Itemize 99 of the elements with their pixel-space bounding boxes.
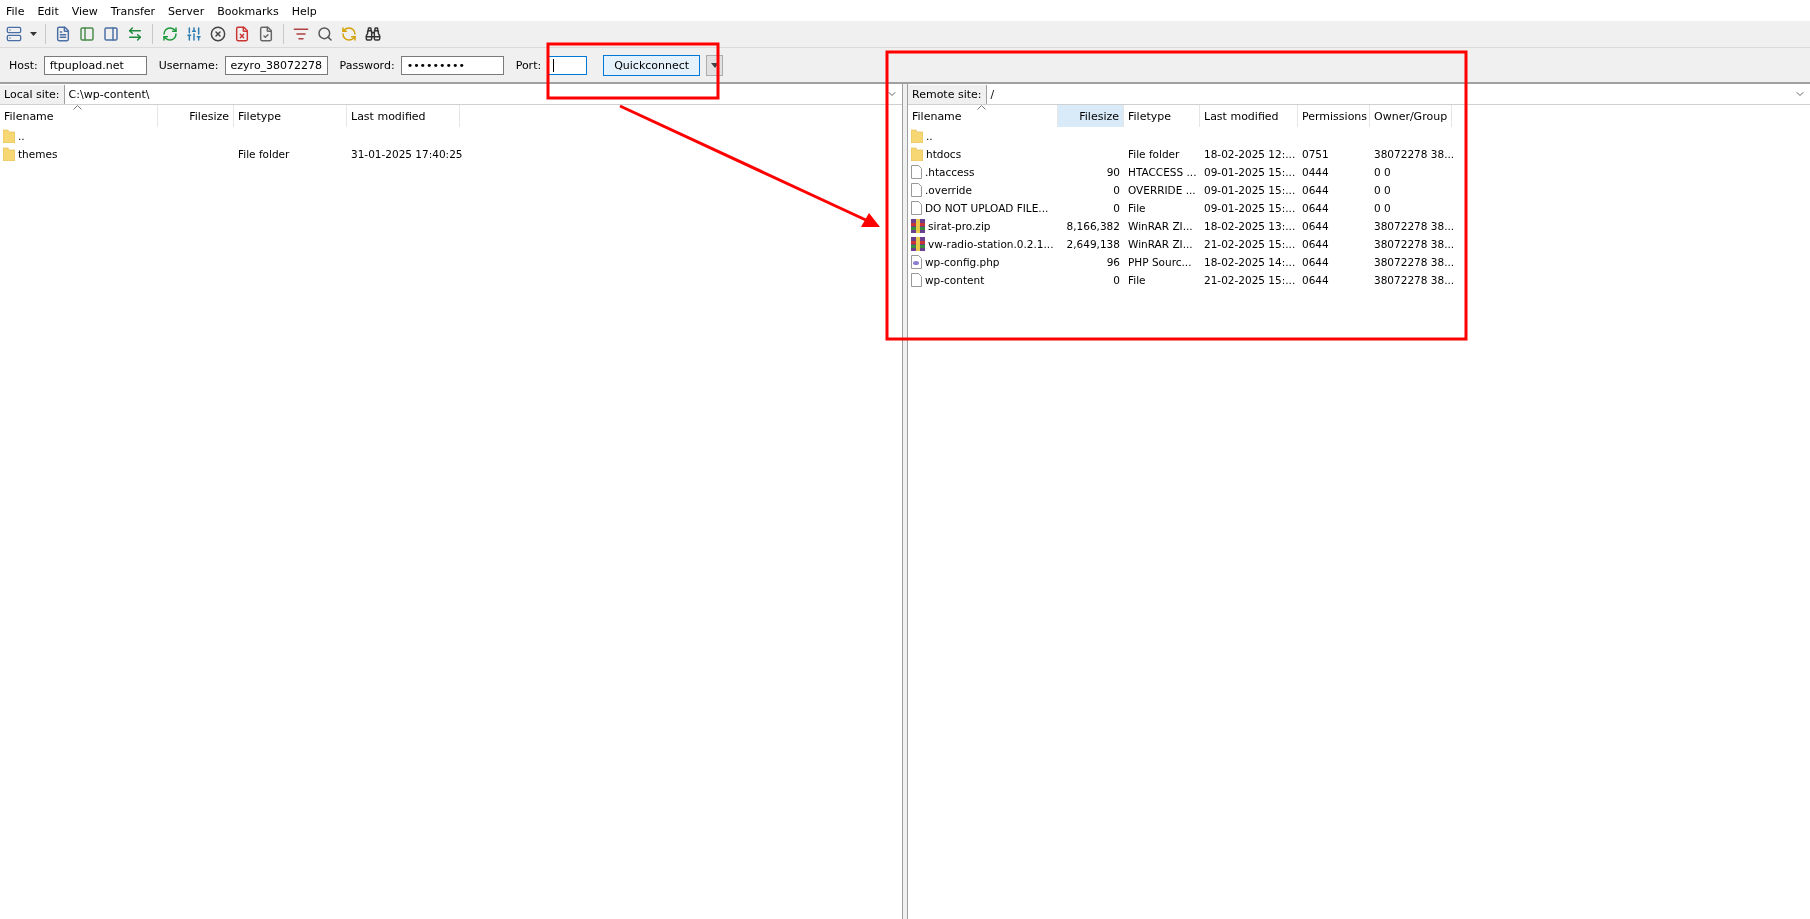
file-icon — [911, 273, 922, 287]
table-cell: File folder — [238, 148, 290, 160]
menu-item[interactable]: Bookmarks — [217, 4, 279, 18]
table-cell: 0644 — [1302, 202, 1329, 214]
table-cell: 38072278 38... — [1374, 148, 1455, 160]
file-name[interactable]: wp-config.php — [925, 256, 1000, 268]
table-cell: 09-01-2025 15:... — [1204, 184, 1296, 196]
table-cell: 0751 — [1302, 148, 1329, 160]
input-field[interactable]: ftpupload.net — [43, 55, 147, 75]
log-icon[interactable] — [54, 25, 72, 43]
input-field[interactable]: ••••••••• — [400, 55, 504, 75]
table-cell: 0 — [1113, 202, 1120, 214]
table-cell: 0444 — [1302, 166, 1329, 178]
file-icon — [911, 183, 922, 197]
table-cell: File — [1128, 202, 1146, 214]
folder-icon — [911, 147, 923, 161]
archive-icon — [911, 219, 925, 233]
archive-icon — [911, 237, 925, 251]
table-cell: 38072278 38... — [1374, 274, 1455, 286]
table-cell: 0 0 — [1374, 202, 1391, 214]
file-name[interactable]: sirat-pro.zip — [928, 220, 991, 232]
table-cell: File — [1128, 274, 1146, 286]
folder-icon — [3, 129, 15, 143]
table-cell: 96 — [1106, 256, 1120, 268]
menu-item[interactable]: View — [71, 4, 98, 18]
transfer-arrows-icon[interactable] — [126, 25, 144, 43]
table-cell: 0644 — [1302, 238, 1329, 250]
menu-item[interactable]: Edit — [37, 4, 59, 18]
table-cell: 8,166,382 — [1066, 220, 1120, 232]
field-label: Username: — [158, 58, 219, 72]
table-cell: 0644 — [1302, 184, 1329, 196]
input-field[interactable]: ezyro_38072278 — [224, 55, 328, 75]
table-cell: WinRAR ZI... — [1128, 220, 1193, 232]
table-cell: 21-02-2025 15:... — [1204, 238, 1296, 250]
table-cell: OVERRIDE ... — [1128, 184, 1196, 196]
table-cell: 18-02-2025 14:... — [1204, 256, 1296, 268]
file-name[interactable]: htdocs — [926, 148, 962, 160]
file-name[interactable]: .override — [925, 184, 972, 196]
file-name[interactable]: themes — [18, 148, 58, 160]
menu-item[interactable]: File — [6, 4, 25, 18]
folder-icon — [911, 129, 923, 143]
left-panel-icon[interactable] — [78, 25, 96, 43]
table-cell: 0644 — [1302, 274, 1329, 286]
menu-item[interactable]: Help — [291, 4, 317, 18]
search-icon[interactable] — [316, 25, 334, 43]
table-cell: 0644 — [1302, 256, 1329, 268]
table-cell: PHP Sourc... — [1128, 256, 1192, 268]
file-name[interactable]: .. — [18, 130, 25, 142]
table-cell: 09-01-2025 15:... — [1204, 166, 1296, 178]
file-icon — [911, 201, 922, 215]
file-name[interactable]: wp-content — [925, 274, 985, 286]
table-cell: 90 — [1106, 166, 1120, 178]
file-icon — [911, 165, 922, 179]
table-cell: 0 — [1113, 184, 1120, 196]
menu-item[interactable]: Transfer — [110, 4, 156, 18]
menu-item[interactable]: Server — [168, 4, 205, 18]
quickconnect-button[interactable]: Quickconnect — [603, 54, 701, 76]
table-cell: 2,649,138 — [1066, 238, 1120, 250]
table-cell: 0644 — [1302, 220, 1329, 232]
sliders-icon[interactable] — [185, 25, 203, 43]
table-cell: 21-02-2025 15:... — [1204, 274, 1296, 286]
sort-caret-icon — [73, 105, 82, 110]
site-label: Local site: — [0, 84, 65, 104]
table-cell: 38072278 38... — [1374, 238, 1455, 250]
path-field[interactable]: / — [986, 87, 1810, 101]
table-cell: 0 0 — [1374, 184, 1391, 196]
file-name[interactable]: .htaccess — [925, 166, 975, 178]
file-name[interactable]: vw-radio-station.0.2.1... — [928, 238, 1054, 250]
table-cell: WinRAR ZI... — [1128, 238, 1193, 250]
field-label: Host: — [9, 58, 38, 72]
binoculars-icon[interactable] — [364, 25, 382, 43]
caret-icon — [710, 62, 719, 68]
file-cross-icon[interactable] — [233, 25, 251, 43]
file-name[interactable]: DO NOT UPLOAD FILE... — [925, 202, 1049, 214]
site-label: Remote site: — [908, 84, 987, 104]
right-panel-icon[interactable] — [102, 25, 120, 43]
field-label: Password: — [339, 58, 395, 72]
file-name[interactable]: .. — [926, 130, 933, 142]
table-cell: 38072278 38... — [1374, 220, 1455, 232]
sort-caret-icon — [977, 105, 986, 110]
cancel-icon[interactable] — [209, 25, 227, 43]
field-label: Port: — [515, 58, 542, 72]
table-cell: 0 — [1113, 274, 1120, 286]
php-file-icon — [911, 255, 922, 269]
site-manager-icon[interactable] — [5, 25, 23, 43]
table-cell: 31-01-2025 17:40:25 — [351, 148, 463, 160]
table-cell: HTACCESS ... — [1128, 166, 1197, 178]
column-header[interactable]: Filesize — [1058, 105, 1124, 127]
text-cursor — [553, 58, 555, 72]
table-cell: 18-02-2025 13:... — [1204, 220, 1296, 232]
table-cell: File folder — [1128, 148, 1180, 160]
table-cell: 09-01-2025 15:... — [1204, 202, 1296, 214]
table-cell: 18-02-2025 12:... — [1204, 148, 1296, 160]
folder-icon — [3, 147, 15, 161]
table-cell: 38072278 38... — [1374, 256, 1455, 268]
file-check-icon[interactable] — [257, 25, 275, 43]
path-field[interactable]: C:\wp-content\ — [64, 87, 902, 101]
refresh-icon[interactable] — [161, 25, 179, 43]
table-cell: 0 0 — [1374, 166, 1391, 178]
